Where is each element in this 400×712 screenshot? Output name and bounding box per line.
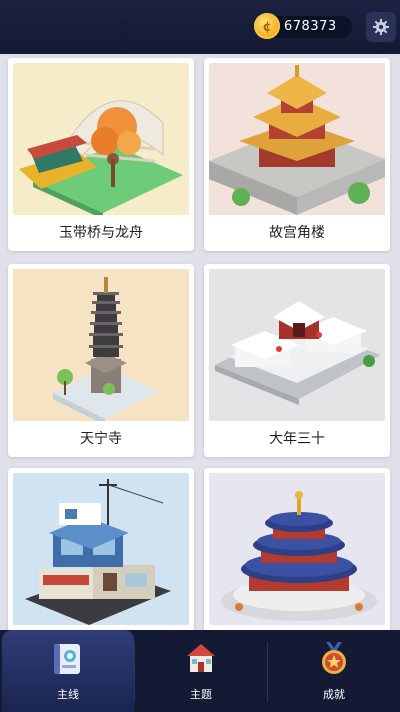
new-years-eve-courtyard-image: [209, 269, 385, 421]
jade-belt-bridge-dragon-boat-image: [13, 63, 189, 215]
temple-of-heaven-image: [209, 473, 385, 625]
blue-apartment-building-image: [13, 473, 189, 625]
level-card-tianning-temple[interactable]: 天宁寺: [8, 264, 194, 457]
coin-count: 678373: [284, 19, 337, 34]
tab-main-line[interactable]: 主线: [2, 630, 134, 712]
level-card-temple-of-heaven[interactable]: [204, 468, 390, 630]
settings-button[interactable]: [366, 12, 396, 42]
level-grid: 玉带桥与龙舟 故宫角楼 天宁寺 大年三十: [0, 54, 400, 630]
svg-text:¢: ¢: [262, 20, 271, 35]
bottom-tab-bar: 主线 主题 成就: [0, 630, 400, 712]
gear-icon: [373, 19, 389, 35]
level-card-corner-tower[interactable]: 故宫角楼: [204, 58, 390, 251]
coin-icon: ¢: [254, 13, 280, 39]
level-title: 大年三十: [269, 431, 325, 447]
tianning-temple-pagoda-image: [13, 269, 189, 421]
forbidden-city-corner-tower-image: [209, 63, 385, 215]
level-card-new-years-eve[interactable]: 大年三十: [204, 264, 390, 457]
tab-label: 主线: [57, 688, 79, 701]
tab-achievements[interactable]: 成就: [268, 630, 400, 712]
tab-label: 成就: [323, 688, 345, 701]
level-title: 天宁寺: [80, 431, 122, 447]
house-icon: [187, 644, 215, 672]
level-title: 故宫角楼: [269, 225, 325, 241]
level-title: 玉带桥与龙舟: [59, 225, 143, 241]
top-bar: ¢ 678373: [0, 0, 400, 54]
book-map-icon: [54, 644, 80, 674]
tab-theme[interactable]: 主题: [135, 630, 267, 712]
level-card-blue-building[interactable]: [8, 468, 194, 630]
tab-label: 主题: [190, 688, 212, 701]
level-card-jade-belt-bridge[interactable]: 玉带桥与龙舟: [8, 58, 194, 251]
medal-icon: [322, 642, 346, 674]
